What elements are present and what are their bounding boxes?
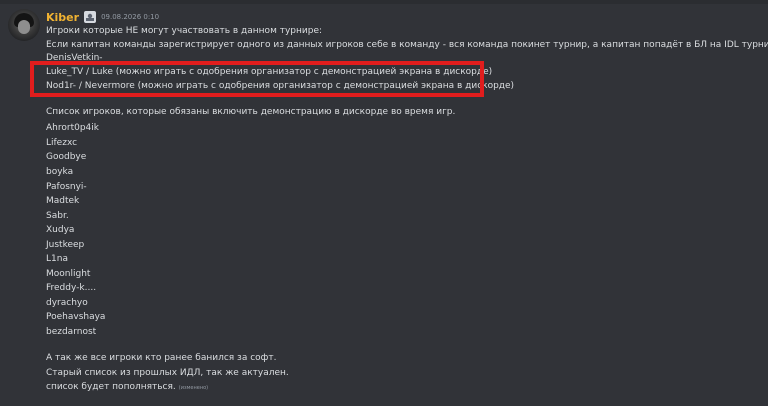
player-item: L1na (46, 254, 68, 264)
message-header: Kiber 09.08.2026 0:10 (46, 9, 159, 25)
player-item: Sabr. (46, 211, 69, 221)
player-item: Justkeep (46, 240, 85, 250)
player-item: boyka (46, 167, 74, 177)
footer-line-last: список будет пополняться. (изменено) (46, 381, 208, 395)
red-highlight-box (30, 61, 484, 97)
player-item: Madtek (46, 196, 80, 206)
footer-line: Старый список из прошлых ИДЛ, так же акт… (46, 368, 289, 378)
top-divider (0, 0, 768, 4)
player-item: bezdarnost (46, 327, 97, 337)
footer-line: А так же все игроки кто ранее банился за… (46, 353, 277, 363)
message-line: Если капитан команды зарегистрирует одно… (46, 40, 768, 50)
player-item: Lifezxc (46, 138, 78, 148)
player-item: Pafosnyi- (46, 182, 87, 192)
player-item: Goodbye (46, 152, 87, 162)
message-timestamp: 09.08.2026 0:10 (101, 13, 160, 21)
player-item: Xudya (46, 225, 75, 235)
player-item: Moonlight (46, 269, 91, 279)
avatar[interactable] (8, 9, 40, 41)
username[interactable]: Kiber (46, 11, 79, 24)
list-heading: Список игроков, которые обязаны включить… (46, 107, 456, 117)
player-item: dyrachyo (46, 298, 88, 308)
server-badge-icon[interactable] (84, 11, 97, 23)
player-item: Ahrort0p4ik (46, 123, 99, 133)
player-item: Freddy-k.... (46, 283, 97, 293)
message-line: Игроки которые НЕ могут участвовать в да… (46, 26, 323, 36)
avatar-face (18, 20, 30, 34)
edited-label[interactable]: (изменено) (179, 385, 208, 391)
footer-text: список будет пополняться. (46, 382, 176, 392)
player-item: Poehavshaya (46, 312, 106, 322)
